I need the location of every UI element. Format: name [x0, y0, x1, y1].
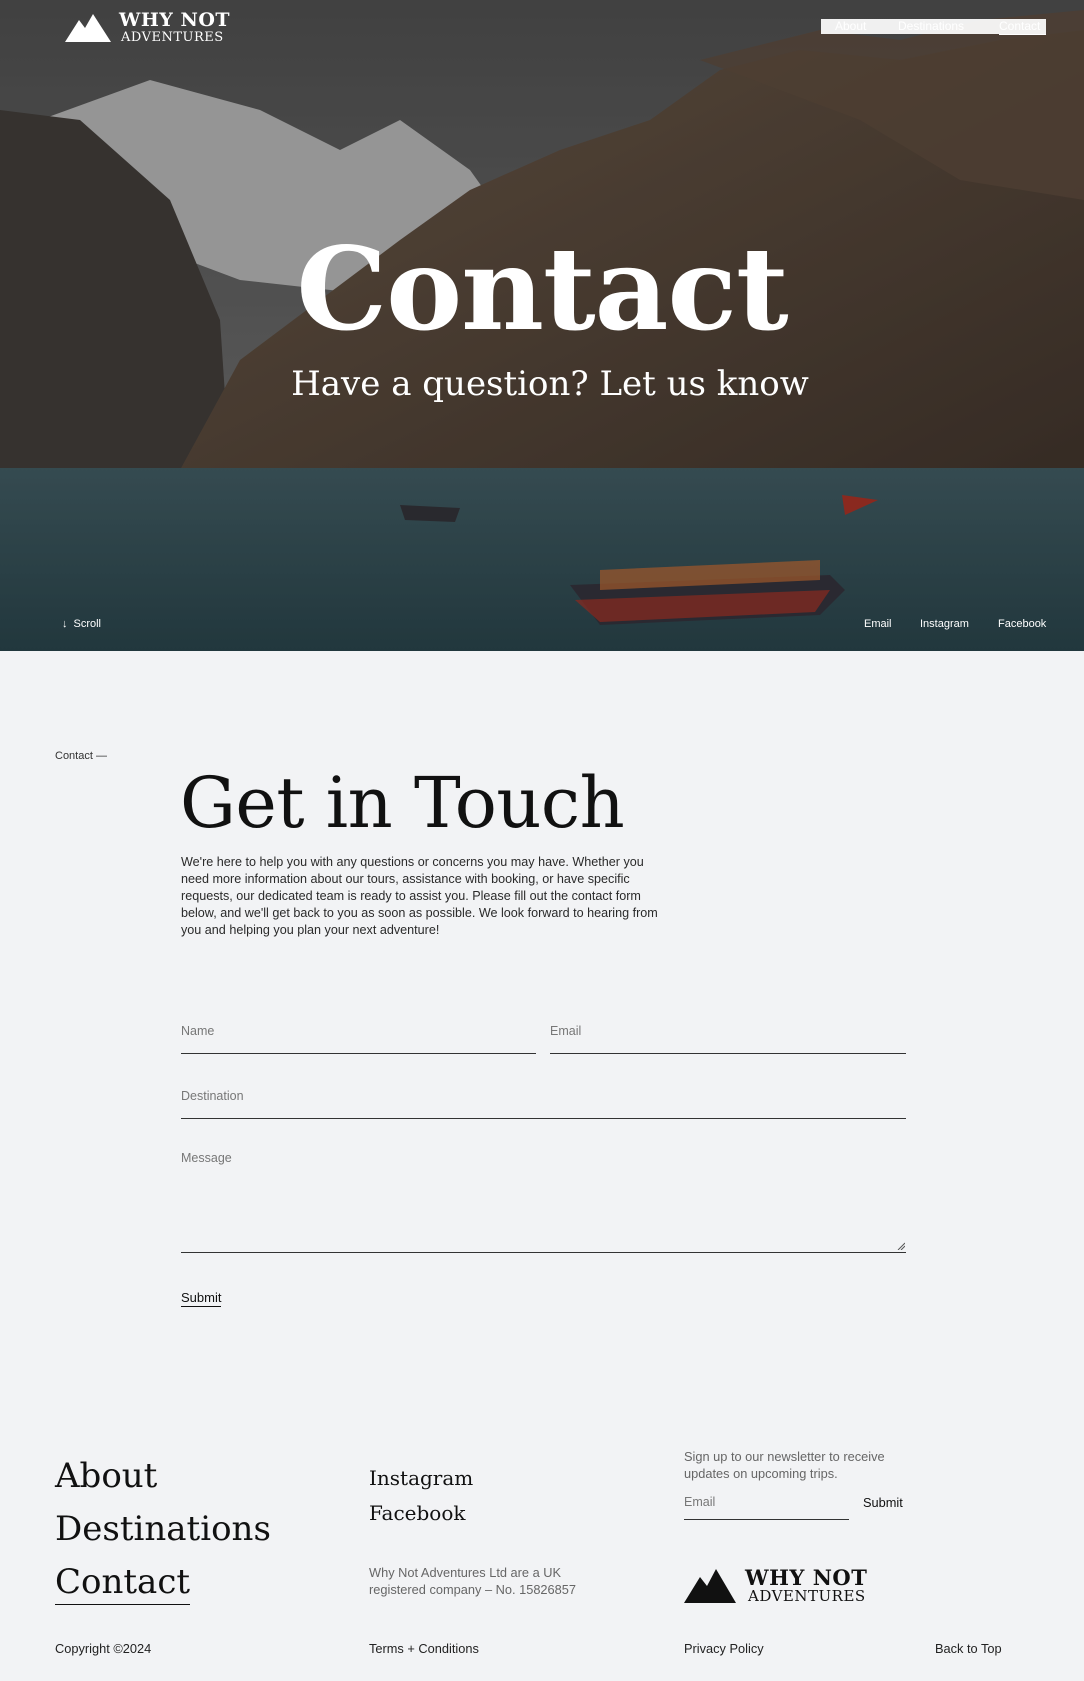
back-to-top-link[interactable]: Back to Top: [935, 1641, 1002, 1656]
nav-contact[interactable]: Contact: [999, 19, 1046, 35]
newsletter-field-wrapper: [684, 1493, 849, 1520]
submit-button[interactable]: Submit: [181, 1290, 222, 1307]
hero-subtitle: Have a question? Let us know: [291, 364, 809, 404]
hero-link-facebook[interactable]: Facebook: [998, 618, 1046, 630]
mountain-logo-icon: [684, 1568, 736, 1603]
terms-link[interactable]: Terms + Conditions: [369, 1641, 479, 1656]
hero-link-instagram[interactable]: Instagram: [920, 618, 969, 630]
newsletter-text: Sign up to our newsletter to receive upd…: [684, 1449, 885, 1481]
breadcrumb: Contact —: [55, 750, 107, 762]
footer-brand-line2: ADVENTURES: [748, 1587, 866, 1605]
footer-link-facebook[interactable]: Facebook: [369, 1501, 465, 1525]
nav-about[interactable]: About: [835, 19, 866, 34]
message-field[interactable]: [181, 1151, 906, 1251]
intro-paragraph: We're here to help you with any question…: [181, 855, 658, 937]
resize-grip-icon[interactable]: [897, 1242, 905, 1250]
name-field-wrapper: [181, 1022, 536, 1054]
footer-brand-logo[interactable]: WHY NOT ADVENTURES: [684, 1567, 867, 1604]
hero-link-email[interactable]: Email: [864, 618, 892, 630]
email-field-wrapper: [550, 1022, 906, 1054]
message-field-wrapper: [181, 1151, 906, 1253]
scroll-label: Scroll: [73, 618, 102, 630]
name-field[interactable]: [181, 1024, 536, 1038]
main-nav: About Destinations Contact: [821, 19, 1046, 35]
section-heading: Get in Touch: [180, 762, 625, 844]
destination-field-wrapper: [181, 1087, 906, 1119]
hero-title: Contact: [296, 222, 788, 356]
arrow-down-icon: ↓: [62, 618, 68, 630]
hero-banner: WHY NOT ADVENTURES About Destinations Co…: [0, 0, 1084, 651]
email-field[interactable]: [550, 1024, 906, 1038]
footer-nav-contact[interactable]: Contact: [55, 1562, 191, 1605]
mountain-logo-icon: [65, 13, 111, 42]
privacy-link[interactable]: Privacy Policy: [684, 1641, 764, 1656]
footer-nav-about[interactable]: About: [55, 1456, 157, 1496]
destination-field[interactable]: [181, 1089, 906, 1103]
newsletter-email-field[interactable]: [684, 1495, 849, 1509]
footer-link-instagram[interactable]: Instagram: [369, 1466, 473, 1490]
brand-logo[interactable]: WHY NOT ADVENTURES: [65, 11, 230, 44]
nav-destinations[interactable]: Destinations: [898, 19, 964, 34]
footer-brand-line1: WHY NOT: [745, 1565, 868, 1590]
company-info: Why Not Adventures Ltd are a UK register…: [369, 1565, 577, 1597]
brand-name-line1: WHY NOT: [119, 9, 231, 31]
brand-name-line2: ADVENTURES: [121, 30, 224, 45]
footer-nav-destinations[interactable]: Destinations: [55, 1509, 271, 1549]
copyright: Copyright ©2024: [55, 1641, 152, 1656]
newsletter-submit-button[interactable]: Submit: [863, 1495, 903, 1510]
scroll-indicator[interactable]: ↓ Scroll: [62, 618, 101, 630]
